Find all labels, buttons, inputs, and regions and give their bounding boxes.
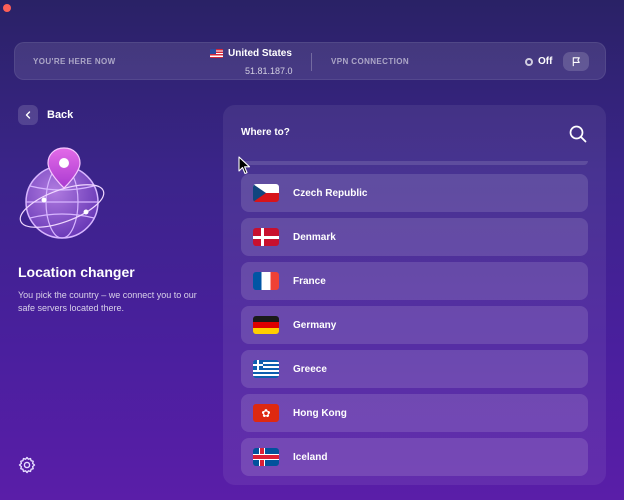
vpn-connection-label: VPN CONNECTION: [331, 57, 410, 66]
flag-us-icon: [210, 49, 223, 58]
country-name: Greece: [293, 363, 327, 375]
country-item-france[interactable]: France: [241, 262, 588, 300]
country-name: Hong Kong: [293, 407, 347, 419]
country-item-greece[interactable]: Greece: [241, 350, 588, 388]
flag-de-icon: [253, 316, 279, 334]
country-name: Germany: [293, 319, 337, 331]
report-flag-button[interactable]: [563, 52, 589, 71]
country-list: Czech Republic Denmark France Germany Gr…: [241, 174, 588, 482]
back-label: Back: [47, 109, 74, 121]
back-button[interactable]: Back: [18, 105, 73, 125]
flag-dk-icon: [253, 228, 279, 246]
location-panel: Where to? Czech Republic Denmark France …: [223, 105, 606, 485]
globe-pin-icon: [19, 147, 105, 239]
current-country: United States: [210, 48, 292, 59]
gear-icon[interactable]: [17, 455, 37, 475]
current-country-name: United States: [228, 48, 292, 59]
location-label: YOU'RE HERE NOW: [33, 57, 116, 66]
connection-status-bar: YOU'RE HERE NOW United States 51.81.187.…: [14, 42, 606, 80]
vpn-state-text: Off: [538, 56, 553, 67]
status-dot-icon: [525, 57, 533, 66]
country-item-germany[interactable]: Germany: [241, 306, 588, 344]
window-close-dot[interactable]: [3, 4, 11, 12]
where-to-heading: Where to?: [241, 127, 290, 138]
divider: [311, 53, 312, 71]
page-title: Location changer: [18, 264, 135, 280]
country-item-iceland[interactable]: Iceland: [241, 438, 588, 476]
flag-fr-icon: [253, 272, 279, 290]
country-item-czech-republic[interactable]: Czech Republic: [241, 174, 588, 212]
country-item-denmark[interactable]: Denmark: [241, 218, 588, 256]
page-description: You pick the country – we connect you to…: [18, 290, 197, 313]
country-name: France: [293, 275, 326, 287]
ip-address: 51.81.187.0: [245, 66, 293, 76]
country-item-hong-kong[interactable]: ✿ Hong Kong: [241, 394, 588, 432]
vpn-status: Off: [525, 56, 552, 67]
chevron-left-icon: [18, 105, 38, 125]
flag-icon: [572, 57, 580, 67]
flag-is-icon: [253, 448, 279, 466]
search-icon[interactable]: [568, 124, 588, 144]
flag-hk-icon: ✿: [253, 404, 279, 422]
flag-gr-icon: [253, 360, 279, 378]
country-name: Czech Republic: [293, 187, 368, 199]
country-name: Denmark: [293, 231, 336, 243]
mouse-cursor-icon: [238, 156, 251, 175]
list-item-partial: [241, 161, 588, 165]
flag-cz-icon: [253, 184, 279, 202]
country-name: Iceland: [293, 451, 328, 463]
